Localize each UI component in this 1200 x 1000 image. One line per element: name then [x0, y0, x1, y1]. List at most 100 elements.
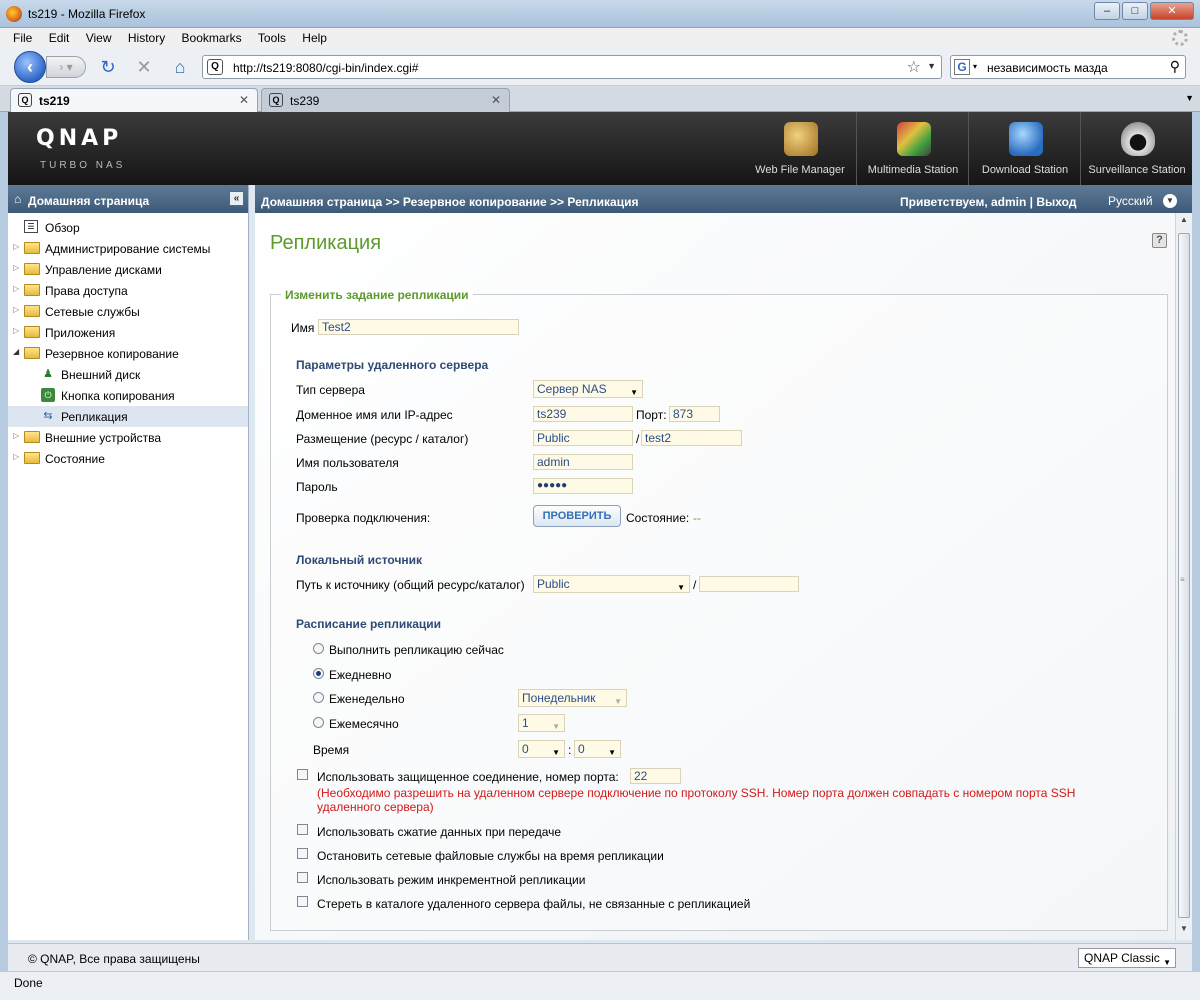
surveillance-station-link[interactable]: Surveillance Station — [1080, 112, 1192, 185]
sidebar-item-access-rights[interactable]: ▷ Права доступа — [8, 280, 248, 301]
incremental-label: Использовать режим инкрементной репликац… — [317, 873, 586, 887]
daily-radio[interactable] — [313, 668, 324, 679]
search-icon[interactable]: ⚲ — [1170, 58, 1180, 75]
sidebar-item-replication[interactable]: ⇆ Репликация — [8, 406, 248, 427]
monthly-radio[interactable] — [313, 717, 324, 728]
menu-view[interactable]: View — [86, 31, 112, 45]
sidebar-item-system-admin[interactable]: ▷ Администрирование системы — [8, 238, 248, 259]
qnap-logo: QNAP — [36, 126, 123, 151]
host-input[interactable]: ts239 — [533, 406, 633, 422]
compression-checkbox[interactable] — [297, 824, 308, 835]
tab-close-icon[interactable]: ✕ — [491, 93, 501, 107]
sidebar-item-applications[interactable]: ▷ Приложения — [8, 322, 248, 343]
monthly-label: Ежемесячно — [329, 717, 399, 731]
language-dropdown-icon[interactable]: ▼ — [1163, 194, 1177, 208]
stop-services-checkbox[interactable] — [297, 848, 308, 859]
source-folder-input[interactable] — [699, 576, 799, 592]
maximize-button[interactable]: □ — [1122, 2, 1148, 20]
search-engine-dropdown-icon[interactable]: ▾ — [973, 62, 977, 71]
ssh-checkbox[interactable] — [297, 769, 308, 780]
tab-ts239[interactable]: Q ts239 ✕ — [261, 88, 510, 112]
collapse-arrow-icon[interactable]: ◢ — [13, 347, 19, 356]
close-button[interactable]: ✕ — [1150, 2, 1194, 20]
google-icon[interactable]: G — [954, 59, 970, 75]
ssh-port-input[interactable]: 22 — [630, 768, 681, 784]
remote-folder-input[interactable]: test2 — [641, 430, 742, 446]
sidebar-item-label: Внешний диск — [61, 368, 141, 382]
bookmark-star-icon[interactable]: ☆ — [907, 57, 921, 77]
expand-arrow-icon[interactable]: ▷ — [13, 452, 19, 461]
tab-list-icon[interactable]: ▼ — [1185, 93, 1194, 103]
forward-button[interactable]: › ▾ — [46, 56, 86, 78]
menu-bookmarks[interactable]: Bookmarks — [182, 31, 242, 45]
job-name-input[interactable]: Test2 — [318, 319, 519, 335]
collapse-sidebar-icon[interactable]: « — [229, 191, 244, 206]
sidebar-item-copy-button[interactable]: ⏻ Кнопка копирования — [8, 385, 248, 406]
sidebar: ⌂ Домашняя страница « ☰ Обзор ▷ Админист… — [8, 185, 249, 940]
tab-ts219[interactable]: Q ts219 ✕ — [10, 88, 258, 112]
sidebar-item-status[interactable]: ▷ Состояние — [8, 448, 248, 469]
theme-select[interactable]: QNAP Classic ▼ — [1078, 948, 1176, 968]
sidebar-item-external-devices[interactable]: ▷ Внешние устройства — [8, 427, 248, 448]
breadcrumb-text[interactable]: Домашняя страница >> Резервное копирован… — [261, 195, 638, 209]
menu-edit[interactable]: Edit — [49, 31, 70, 45]
download-station-link[interactable]: Download Station — [968, 112, 1080, 185]
help-icon[interactable]: ? — [1152, 233, 1167, 248]
check-connection-button[interactable]: ПРОВЕРИТЬ — [533, 505, 621, 527]
server-type-select[interactable]: Сервер NAS ▼ — [533, 380, 643, 398]
sidebar-item-external-disk[interactable]: ♟ Внешний диск — [8, 364, 248, 385]
language-selector[interactable]: Русский — [1108, 194, 1153, 208]
search-input[interactable]: независимость мазда — [987, 61, 1108, 75]
menu-file[interactable]: File — [13, 31, 32, 45]
remote-share-input[interactable]: Public — [533, 430, 633, 446]
search-bar[interactable]: G ▾ независимость мазда ⚲ — [950, 55, 1186, 79]
reload-icon[interactable]: ↻ — [98, 57, 118, 77]
delete-extra-checkbox[interactable] — [297, 896, 308, 907]
menu-history[interactable]: History — [128, 31, 165, 45]
sidebar-title[interactable]: Домашняя страница — [28, 194, 149, 208]
sidebar-item-label: Репликация — [61, 410, 128, 424]
expand-arrow-icon[interactable]: ▷ — [13, 305, 19, 314]
password-input[interactable]: ●●●●● — [533, 478, 633, 494]
expand-arrow-icon[interactable]: ▷ — [13, 431, 19, 440]
run-now-radio[interactable] — [313, 643, 324, 654]
weekday-select[interactable]: Понедельник ▼ — [518, 689, 627, 707]
sidebar-item-backup[interactable]: ◢ Резервное копирование — [8, 343, 248, 364]
minimize-button[interactable]: – — [1094, 2, 1120, 20]
multimedia-station-link[interactable]: Multimedia Station — [856, 112, 968, 185]
source-share-select[interactable]: Public ▼ — [533, 575, 690, 593]
sidebar-item-label: Внешние устройства — [45, 431, 162, 445]
weekday-value: Понедельник — [522, 691, 596, 705]
sidebar-item-overview[interactable]: ☰ Обзор — [8, 217, 248, 238]
name-label: Имя — [291, 321, 315, 335]
port-input[interactable]: 873 — [669, 406, 720, 422]
tab-close-icon[interactable]: ✕ — [239, 93, 249, 107]
hour-select[interactable]: 0 ▼ — [518, 740, 565, 758]
url-bar[interactable]: Q http://ts219:8080/cgi-bin/index.cgi# ☆… — [202, 55, 942, 79]
back-button[interactable]: ‹ — [14, 51, 46, 83]
incremental-checkbox[interactable] — [297, 872, 308, 883]
weekly-radio[interactable] — [313, 692, 324, 703]
username-input[interactable]: admin — [533, 454, 633, 470]
firefox-icon — [6, 6, 22, 22]
scroll-down-icon[interactable]: ▼ — [1178, 924, 1190, 938]
home-icon[interactable]: ⌂ — [170, 57, 190, 77]
url-dropdown-icon[interactable]: ▼ — [927, 61, 936, 71]
expand-arrow-icon[interactable]: ▷ — [13, 263, 19, 272]
web-file-manager-link[interactable]: Web File Manager — [744, 112, 856, 185]
month-day-select[interactable]: 1 ▼ — [518, 714, 565, 732]
ssh-warning-line-2: удаленного сервера) — [317, 800, 434, 814]
sidebar-item-label: Управление дисками — [45, 263, 162, 277]
menu-tools[interactable]: Tools — [258, 31, 286, 45]
minute-select[interactable]: 0 ▼ — [574, 740, 621, 758]
expand-arrow-icon[interactable]: ▷ — [13, 284, 19, 293]
welcome-logout-link[interactable]: Приветствуем, admin | Выход — [900, 195, 1076, 209]
sidebar-item-disk-management[interactable]: ▷ Управление дисками — [8, 259, 248, 280]
menu-help[interactable]: Help — [302, 31, 327, 45]
vertical-scrollbar[interactable]: ▲ ≡ ▼ — [1175, 213, 1192, 940]
scroll-up-icon[interactable]: ▲ — [1178, 215, 1190, 229]
expand-arrow-icon[interactable]: ▷ — [13, 326, 19, 335]
expand-arrow-icon[interactable]: ▷ — [13, 242, 19, 251]
stop-icon[interactable]: ✕ — [134, 57, 154, 77]
sidebar-item-network-services[interactable]: ▷ Сетевые службы — [8, 301, 248, 322]
